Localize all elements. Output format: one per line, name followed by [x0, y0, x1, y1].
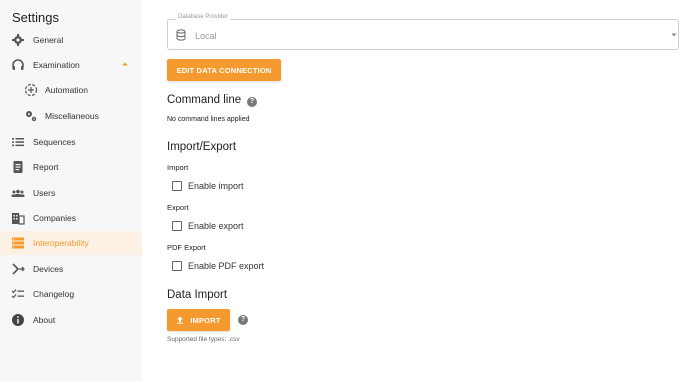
companies-icon	[12, 213, 25, 225]
changelog-icon	[11, 289, 24, 299]
checkbox-box[interactable]	[172, 181, 182, 191]
report-icon	[13, 161, 23, 173]
enable-import-checkbox[interactable]: Enable import	[172, 181, 244, 191]
import-button-label: IMPORT	[190, 315, 221, 325]
chevron-up-icon[interactable]	[120, 59, 130, 69]
sidebar-item-label: Companies	[33, 213, 76, 223]
data-import-heading: Data Import	[167, 289, 228, 301]
import-export-heading: Import/Export	[167, 141, 237, 153]
database-provider-legend: Database Provider	[176, 14, 230, 20]
sidebar-item-label: Miscellaneous	[45, 111, 99, 121]
sidebar-item-automation[interactable]: Automation	[0, 78, 142, 102]
sidebar-item-label: Examination	[33, 60, 80, 70]
gears-icon	[26, 111, 37, 122]
devices-icon	[12, 263, 25, 275]
database-provider-value: Local	[195, 31, 217, 41]
headset-icon	[12, 59, 24, 70]
command-line-heading: Command line	[167, 94, 242, 106]
sidebar: Settings General Examination Automation	[0, 0, 142, 381]
sidebar-item-label: Devices	[33, 264, 64, 274]
sidebar-item-about[interactable]: About	[0, 308, 142, 332]
interoperability-icon	[12, 237, 24, 249]
sidebar-item-interoperability[interactable]: Interoperability	[0, 231, 142, 255]
users-icon	[11, 189, 25, 197]
command-line-status: No command lines applied	[167, 116, 250, 123]
chevron-down-icon[interactable]	[670, 32, 678, 38]
supported-file-types: Supported file types: .csv	[167, 336, 240, 343]
sidebar-item-label: Users	[33, 188, 56, 198]
sidebar-title: Settings	[12, 10, 59, 25]
sidebar-item-miscellaneous[interactable]: Miscellaneous	[0, 104, 142, 128]
checkbox-label: Enable export	[188, 221, 244, 231]
import-button[interactable]: IMPORT	[167, 309, 230, 331]
sidebar-item-label: Automation	[45, 85, 88, 95]
sidebar-item-general[interactable]: General	[0, 28, 142, 52]
sidebar-item-label: Changelog	[33, 289, 75, 299]
help-icon[interactable]: ?	[247, 97, 257, 107]
sidebar-item-label: Report	[33, 162, 59, 172]
sidebar-item-label: General	[33, 35, 64, 45]
sidebar-item-examination[interactable]: Examination	[0, 53, 142, 77]
pdf-export-label: PDF Export	[167, 243, 206, 252]
sidebar-item-devices[interactable]: Devices	[0, 257, 142, 281]
help-icon[interactable]: ?	[238, 315, 248, 325]
database-icon	[176, 29, 186, 41]
automation-icon	[24, 83, 38, 97]
enable-export-checkbox[interactable]: Enable export	[172, 221, 244, 231]
sidebar-item-sequences[interactable]: Sequences	[0, 130, 142, 154]
checkbox-label: Enable PDF export	[188, 261, 265, 271]
sidebar-item-label: Interoperability	[33, 238, 89, 248]
gear-icon	[12, 34, 24, 46]
sidebar-item-label: Sequences	[33, 137, 76, 147]
main-content: Database Provider Local EDIT DATA CONNEC…	[142, 0, 696, 381]
sidebar-item-companies[interactable]: Companies	[0, 206, 142, 230]
checkbox-box[interactable]	[172, 221, 182, 231]
database-provider-select[interactable]	[167, 19, 679, 50]
enable-pdf-export-checkbox[interactable]: Enable PDF export	[172, 261, 264, 271]
sidebar-item-label: About	[33, 315, 56, 325]
upload-icon	[177, 316, 184, 324]
sidebar-item-report[interactable]: Report	[0, 155, 142, 179]
edit-data-connection-button[interactable]: EDIT DATA CONNECTION	[167, 59, 281, 81]
checkbox-label: Enable import	[188, 181, 244, 191]
sidebar-item-changelog[interactable]: Changelog	[0, 282, 142, 306]
info-icon	[12, 314, 24, 326]
sidebar-item-users[interactable]: Users	[0, 181, 142, 205]
import-label: Import	[167, 163, 189, 172]
checkbox-box[interactable]	[172, 261, 182, 271]
export-label: Export	[167, 203, 189, 212]
list-icon	[12, 138, 24, 147]
